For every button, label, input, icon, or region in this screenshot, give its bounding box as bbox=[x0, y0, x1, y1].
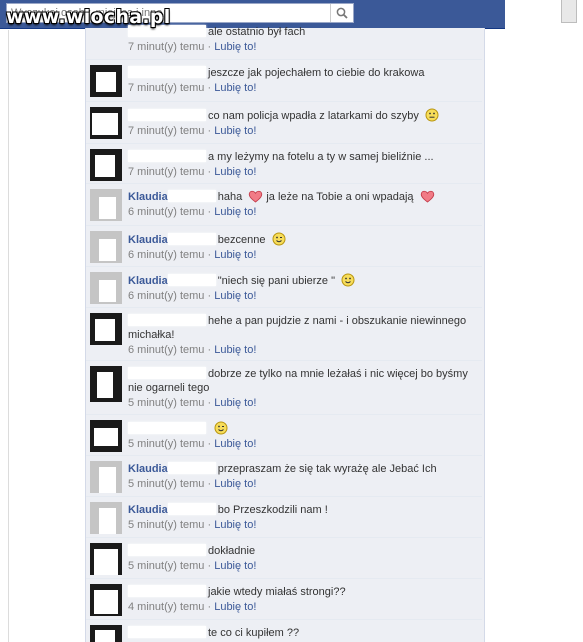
like-link[interactable]: Lubię to! bbox=[214, 206, 256, 218]
comment-text: haha bbox=[217, 191, 243, 203]
smile-flat-icon bbox=[425, 108, 439, 122]
comment: jeszcze jak pojechałem to ciebie do krak… bbox=[86, 60, 482, 102]
like-link[interactable]: Lubię to! bbox=[214, 125, 256, 137]
comment: Klaudia bo Przeszkodzili nam ! 5 minut(y)… bbox=[86, 497, 482, 538]
comment-time: 6 minut(y) temu bbox=[128, 249, 205, 261]
like-link[interactable]: Lubię to! bbox=[214, 560, 256, 572]
comment-time: 7 minut(y) temu bbox=[128, 166, 205, 178]
avatar[interactable] bbox=[90, 461, 122, 493]
comment: Klaudia przepraszam że się tak wyrażę ale… bbox=[86, 456, 482, 497]
like-link[interactable]: Lubię to! bbox=[214, 478, 256, 490]
avatar[interactable] bbox=[90, 502, 122, 534]
comment: dobrze ze tylko na mnie leżałaś i nic wi… bbox=[86, 361, 482, 415]
comment-text: co nam policja wpadła z latarkami do szy… bbox=[208, 110, 419, 122]
comment: Klaudia "niech się pani ubierze " 6 minut… bbox=[86, 267, 482, 308]
smile-icon bbox=[341, 273, 355, 287]
comment: dokładnie 5 minut(y) temu · Lubię to! bbox=[86, 538, 482, 579]
like-link[interactable]: Lubię to! bbox=[214, 519, 256, 531]
comment-text: te co ci kupiłem ?? bbox=[208, 627, 300, 639]
like-link[interactable]: Lubię to! bbox=[214, 41, 256, 53]
comment: co nam policja wpadła z latarkami do szy… bbox=[86, 102, 482, 144]
comment-author[interactable]: Klaudia bbox=[128, 504, 168, 516]
divider bbox=[8, 30, 9, 642]
watermark: www.wiocha.pl bbox=[6, 6, 171, 28]
wink-icon bbox=[272, 232, 286, 246]
comment-text: "niech się pani ubierze " bbox=[217, 275, 336, 287]
like-link[interactable]: Lubię to! bbox=[214, 344, 256, 356]
like-link[interactable]: Lubię to! bbox=[214, 249, 256, 261]
avatar[interactable] bbox=[90, 313, 122, 345]
avatar[interactable] bbox=[90, 189, 122, 221]
comment-time: 5 minut(y) temu bbox=[128, 438, 205, 450]
comment-time: 6 minut(y) temu bbox=[128, 206, 205, 218]
comment-text: jakie wtedy miałaś strongi?? bbox=[208, 586, 346, 598]
avatar[interactable] bbox=[90, 420, 122, 452]
avatar[interactable] bbox=[90, 543, 122, 575]
avatar[interactable] bbox=[90, 149, 122, 181]
like-link[interactable]: Lubię to! bbox=[214, 82, 256, 94]
comment: 5 minut(y) temu · Lubię to! bbox=[86, 415, 482, 456]
comment: Klaudia haha ja leże na Tobie a oni wpada… bbox=[86, 184, 482, 226]
comment-text: bo Przeszkodzili nam ! bbox=[217, 504, 328, 516]
avatar[interactable] bbox=[90, 107, 122, 139]
like-link[interactable]: Lubię to! bbox=[214, 438, 256, 450]
heart-icon bbox=[249, 190, 263, 203]
comment: hehe a pan pujdzie z nami - i obszukanie… bbox=[86, 308, 482, 361]
comment-text: przepraszam że się tak wyrażę ale Jebać … bbox=[217, 463, 437, 475]
comment-time: 7 minut(y) temu bbox=[128, 41, 205, 53]
comment-text: ale ostatnio był fach bbox=[208, 26, 306, 38]
comment: Klaudia bezcenne 6 minut(y) temu · Lubię … bbox=[86, 226, 482, 267]
comment-time: 4 minut(y) temu bbox=[128, 601, 205, 613]
avatar[interactable] bbox=[90, 366, 122, 402]
like-link[interactable]: Lubię to! bbox=[214, 397, 256, 409]
comment-text-2: ja leże na Tobie a oni wpadają bbox=[266, 191, 414, 203]
comment-text: jeszcze jak pojechałem to ciebie do krak… bbox=[208, 67, 425, 79]
scrollbar-thumb[interactable] bbox=[561, 0, 577, 23]
like-link[interactable]: Lubię to! bbox=[214, 290, 256, 302]
avatar[interactable] bbox=[90, 584, 122, 616]
comment-time: 7 minut(y) temu bbox=[128, 82, 205, 94]
comment-time: 5 minut(y) temu bbox=[128, 560, 205, 572]
avatar[interactable] bbox=[90, 231, 122, 263]
avatar[interactable] bbox=[90, 65, 122, 97]
heart-icon bbox=[420, 190, 434, 203]
comment-time: 5 minut(y) temu bbox=[128, 519, 205, 531]
comment-text: bezcenne bbox=[217, 234, 266, 246]
comment-text: dokładnie bbox=[208, 545, 256, 557]
comment-time: 6 minut(y) temu bbox=[128, 290, 205, 302]
comment-author[interactable]: Klaudia bbox=[128, 234, 168, 246]
avatar[interactable] bbox=[90, 625, 122, 642]
comment-time: 5 minut(y) temu bbox=[128, 397, 205, 409]
comment: a my leżymy na fotelu a ty w samej bieli… bbox=[86, 144, 482, 184]
wink-icon bbox=[214, 421, 228, 435]
comment-time: 5 minut(y) temu bbox=[128, 478, 205, 490]
comment-author[interactable]: Klaudia bbox=[128, 275, 168, 287]
comment: jakie wtedy miałaś strongi?? 4 minut(y) … bbox=[86, 579, 482, 620]
comment-time: 7 minut(y) temu bbox=[128, 125, 205, 137]
like-link[interactable]: Lubię to! bbox=[214, 166, 256, 178]
avatar[interactable] bbox=[90, 272, 122, 304]
like-link[interactable]: Lubię to! bbox=[214, 601, 256, 613]
comment-text: a my leżymy na fotelu a ty w samej bieli… bbox=[208, 151, 434, 163]
comment-time: 6 minut(y) temu bbox=[128, 344, 205, 356]
comment-author[interactable]: Klaudia bbox=[128, 463, 168, 475]
comment: te co ci kupiłem ?? bbox=[86, 620, 482, 642]
comment-author[interactable]: Klaudia bbox=[128, 191, 168, 203]
